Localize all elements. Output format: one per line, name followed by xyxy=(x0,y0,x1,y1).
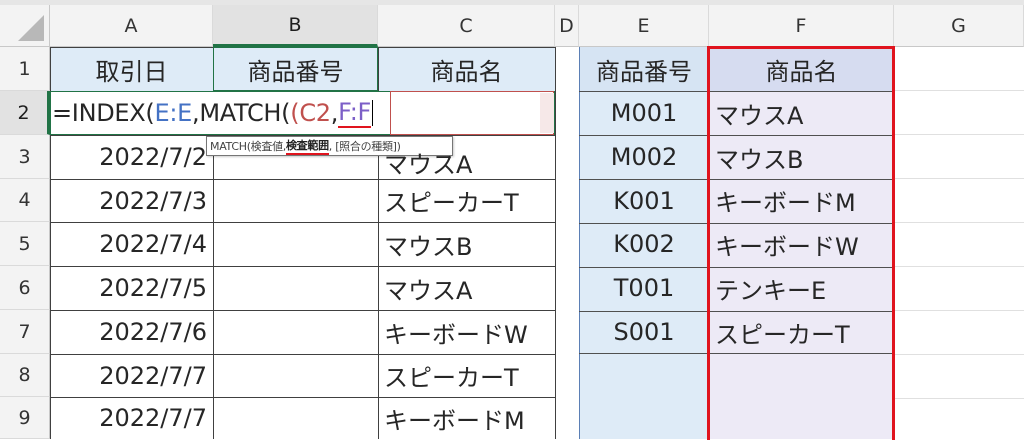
cell-A5[interactable]: 2022/7/4 xyxy=(50,222,213,266)
cell-E3[interactable]: M002 xyxy=(579,135,709,179)
col-header-B[interactable]: B xyxy=(213,5,378,47)
col-g-gridlines xyxy=(894,47,1024,439)
text-cursor xyxy=(372,100,374,126)
cell-C1[interactable]: 商品名 xyxy=(378,47,555,91)
cell-E5[interactable]: K002 xyxy=(579,222,709,266)
cell-E6[interactable]: T001 xyxy=(579,266,709,310)
cell-C2-ref-highlight xyxy=(390,91,554,135)
column-f-highlight-box xyxy=(707,46,895,440)
cell-A8[interactable]: 2022/7/7 xyxy=(50,354,213,397)
row-header-3[interactable]: 3 xyxy=(0,135,50,179)
cell-A6[interactable]: 2022/7/5 xyxy=(50,266,213,310)
col-header-E[interactable]: E xyxy=(579,5,709,47)
row-header-6[interactable]: 6 xyxy=(0,266,50,310)
formula-ref-C2: C2 xyxy=(299,99,331,127)
row-header-9[interactable]: 9 xyxy=(0,397,50,439)
col-header-A[interactable]: A xyxy=(50,5,213,47)
cell-E1[interactable]: 商品番号 xyxy=(579,47,709,91)
cell-A4[interactable]: 2022/7/3 xyxy=(50,179,213,222)
ref-tail-marker xyxy=(540,93,554,133)
col-header-D[interactable]: D xyxy=(555,5,579,47)
cell-C5[interactable]: マウスB xyxy=(378,222,555,266)
col-header-G[interactable]: G xyxy=(894,5,1024,47)
formula-comma: , xyxy=(330,99,339,127)
cell-A1[interactable]: 取引日 xyxy=(50,47,213,91)
grid-line xyxy=(555,47,556,439)
cell-B1[interactable]: 商品番号 xyxy=(213,47,378,91)
cell-C8[interactable]: スピーカーT xyxy=(378,354,555,397)
formula-ref-F: F:F xyxy=(338,98,372,128)
row-header-8[interactable]: 8 xyxy=(0,354,50,397)
cell-A3[interactable]: 2022/7/2 xyxy=(50,135,213,179)
cell-E2[interactable]: M001 xyxy=(579,91,709,135)
col-header-F[interactable]: F xyxy=(709,5,894,47)
cell-C9[interactable]: キーボードM xyxy=(378,397,555,439)
formula-text[interactable]: =INDEX(E:E ,MATCH((C2, F:F xyxy=(50,91,390,135)
col-header-C[interactable]: C xyxy=(378,5,555,47)
select-all-triangle-icon xyxy=(18,15,44,41)
row-header-1[interactable]: 1 xyxy=(0,47,50,91)
cell-C7[interactable]: キーボードW xyxy=(378,310,555,354)
row-header-4[interactable]: 4 xyxy=(0,179,50,222)
row-header-2[interactable]: 2 xyxy=(0,91,50,135)
cell-C3[interactable]: マウスA xyxy=(378,135,555,179)
cell-A9[interactable]: 2022/7/7 xyxy=(50,397,213,439)
cell-C4[interactable]: スピーカーT xyxy=(378,179,555,222)
formula-ref-E: E:E xyxy=(154,99,193,127)
tooltip-bold-arg[interactable]: 検査範囲 xyxy=(285,137,329,155)
formula-match: ,MATCH( xyxy=(192,99,291,127)
formula-paren: ( xyxy=(290,99,300,127)
formula-eq-index: =INDEX( xyxy=(52,99,155,127)
tooltip-pre: MATCH(検査値, xyxy=(210,140,286,153)
row-header-5[interactable]: 5 xyxy=(0,222,50,266)
select-all-corner[interactable] xyxy=(0,5,50,47)
row-header-7[interactable]: 7 xyxy=(0,310,50,354)
cell-A7[interactable]: 2022/7/6 xyxy=(50,310,213,354)
cell-E4[interactable]: K001 xyxy=(579,179,709,222)
cell-E7[interactable]: S001 xyxy=(579,310,709,354)
cell-C6[interactable]: マウスA xyxy=(378,266,555,310)
